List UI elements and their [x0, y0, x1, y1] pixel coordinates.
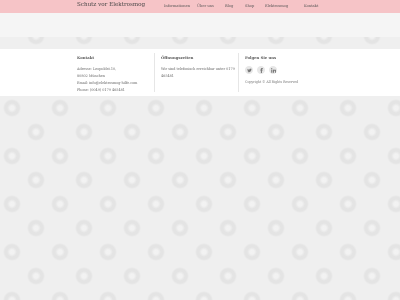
- nav-item-kontakt[interactable]: Kontakt: [304, 4, 318, 8]
- footer-follow: Folgen Sie uns Copyright © All Rights Re…: [245, 55, 298, 84]
- contact-title: Kontakt: [77, 55, 95, 60]
- nav-item-blog[interactable]: Blog: [225, 4, 233, 8]
- hours-line-2: 465481: [161, 74, 174, 78]
- copyright-text: Copyright © All Rights Reserved: [245, 80, 299, 84]
- footer-contact: Kontakt Adresse: Leopoldst.10, 80802 Mün…: [77, 55, 137, 94]
- nav-item-informationen[interactable]: Informationen: [164, 4, 190, 8]
- nav-item-ueber-uns[interactable]: Über uns: [197, 4, 214, 8]
- contact-email[interactable]: Email: info@elektrosmog-hilfe.com: [77, 80, 137, 87]
- footer: Kontakt Adresse: Leopoldst.10, 80802 Mün…: [0, 49, 400, 96]
- facebook-icon[interactable]: [257, 66, 265, 74]
- follow-title: Folgen Sie uns: [245, 55, 277, 60]
- hours-line-1: Wir sind telefonisch erreichbar unter 01…: [161, 67, 235, 71]
- contact-phone: Phone: (0049) 0179 465481: [77, 88, 125, 92]
- footer-hours: Öffnungszeiten Wir sind telefonisch erre…: [161, 55, 235, 80]
- header-band: [0, 13, 400, 37]
- footer-divider: [154, 53, 155, 92]
- footer-divider: [238, 53, 239, 92]
- contact-city: 80802 München: [77, 74, 105, 78]
- hours-title: Öffnungszeiten: [161, 55, 194, 60]
- twitter-icon[interactable]: [245, 66, 253, 74]
- header-bar: Schutz vor Elektrosmog Informationen Übe…: [0, 0, 400, 13]
- nav-item-elektrosmog[interactable]: Elektrosmog: [265, 4, 288, 8]
- contact-address: Adresse: Leopoldst.10,: [77, 67, 117, 71]
- nav-item-shop[interactable]: Shop: [245, 4, 254, 8]
- main-nav: Informationen Über uns Blog Shop Elektro…: [0, 4, 400, 12]
- social-links: [245, 66, 298, 74]
- linkedin-icon[interactable]: [269, 66, 277, 74]
